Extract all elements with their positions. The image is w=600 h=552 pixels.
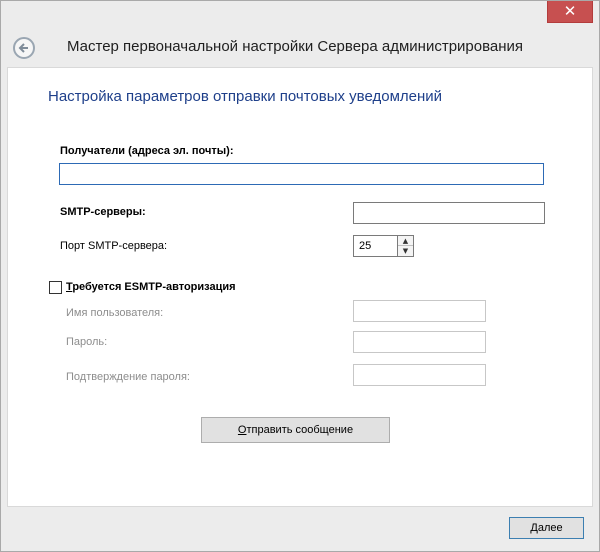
username-input[interactable] [353, 300, 486, 322]
next-mnemonic: Д [530, 522, 538, 534]
spin-down-button[interactable]: ▼ [398, 246, 413, 256]
esmtp-auth-checkbox[interactable] [49, 281, 62, 294]
smtp-port-stepper: ▲ ▼ [397, 235, 414, 257]
password-label: Пароль: [66, 336, 108, 348]
wizard-footer: Далее [1, 507, 599, 551]
close-button[interactable]: ✕ [547, 1, 593, 23]
back-button[interactable] [13, 37, 35, 59]
wizard-content: Настройка параметров отправки почтовых у… [7, 67, 593, 507]
password-input[interactable] [353, 331, 486, 353]
confirm-password-label: Подтверждение пароля: [66, 371, 190, 383]
smtp-port-input[interactable]: 25 [353, 235, 397, 257]
send-message-label: тправить сообщение [246, 424, 354, 436]
smtp-servers-label: SMTP-серверы: [60, 206, 146, 218]
spin-up-button[interactable]: ▲ [398, 236, 413, 246]
chevron-up-icon: ▲ [402, 237, 409, 245]
recipients-input[interactable] [59, 163, 544, 185]
close-icon: ✕ [563, 2, 577, 20]
smtp-servers-input[interactable] [353, 202, 545, 224]
wizard-window: ✕ Мастер первоначальной настройки Сервер… [0, 0, 600, 552]
page-title: Настройка параметров отправки почтовых у… [48, 88, 443, 105]
confirm-password-input[interactable] [353, 364, 486, 386]
chevron-down-icon: ▼ [402, 247, 409, 255]
smtp-port-label: Порт SMTP-сервера: [60, 240, 168, 252]
send-message-button[interactable]: Отправить сообщение [201, 417, 390, 443]
next-label: алее [537, 522, 563, 534]
wizard-title: Мастер первоначальной настройки Сервера … [67, 38, 524, 55]
next-button[interactable]: Далее [509, 517, 584, 539]
recipients-label: Получатели (адреса эл. почты): [60, 145, 234, 157]
username-label: Имя пользователя: [66, 307, 164, 319]
title-bar: ✕ Мастер первоначальной настройки Сервер… [1, 1, 599, 65]
esmtp-auth-label[interactable]: Требуется ESMTP-авторизация [66, 281, 236, 293]
esmtp-auth-label-text: ребуется ESMTP-авторизация [72, 281, 236, 293]
back-arrow-icon [18, 43, 28, 53]
